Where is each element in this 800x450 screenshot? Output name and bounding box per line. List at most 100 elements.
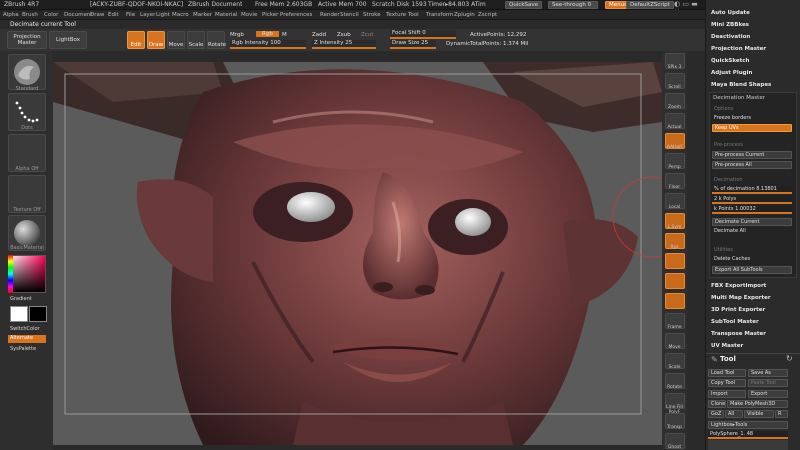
menu-layer[interactable]: Layer — [140, 12, 155, 18]
make-polymesh-button[interactable]: Make PolyMesh3D — [727, 400, 788, 408]
plugin-item-6[interactable]: Maya Blend Shapes — [711, 82, 771, 88]
projection-master-button[interactable]: Projection Master — [7, 31, 47, 49]
menu-light[interactable]: Light — [156, 12, 170, 18]
k-polys-slider[interactable]: 2 k Polys — [712, 196, 792, 204]
plugin-item-bottom-2[interactable]: 3D Print Exporter — [711, 307, 765, 313]
visible-button[interactable]: Visible — [744, 410, 774, 418]
rgb-intensity-slider[interactable]: Rgb Intensity 100 — [230, 40, 306, 49]
preprocess-all-button[interactable]: Pre-process All — [712, 161, 792, 169]
menu-transform[interactable]: Transform — [426, 12, 453, 18]
move-button[interactable]: Move — [167, 31, 185, 49]
freeze-borders-toggle[interactable]: Freeze borders — [712, 115, 792, 123]
decimate-current-button[interactable]: Decimate Current — [712, 218, 792, 226]
delete-caches-button[interactable]: Delete Caches — [712, 256, 792, 264]
focal-shift-slider[interactable]: Focal Shift 0 — [390, 30, 456, 39]
load-tool-button[interactable]: Load Tool — [708, 369, 746, 377]
secondary-color-swatch[interactable] — [29, 306, 47, 322]
menu-draw[interactable]: Draw — [90, 12, 104, 18]
brush-thumbnail[interactable] — [8, 54, 46, 90]
main-color-swatch[interactable] — [10, 306, 28, 322]
plugin-item-bottom-0[interactable]: FBX ExportImport — [711, 283, 766, 289]
decimation-master-title[interactable]: Decimation Master — [713, 95, 765, 101]
menu-macro[interactable]: Macro — [172, 12, 189, 18]
rgb-button[interactable]: Rgb — [256, 31, 279, 37]
default-zscript-button[interactable]: DefaultZScript — [626, 1, 674, 9]
menu-picker[interactable]: Picker — [262, 12, 278, 18]
preprocess-current-button[interactable]: Pre-process Current — [712, 151, 792, 159]
refresh-icon[interactable]: ↻ — [786, 354, 793, 363]
lightbox-tools-button[interactable]: Lightbox▸Tools — [708, 421, 788, 429]
plugin-item-4[interactable]: QuickSketch — [711, 58, 749, 64]
edit-button[interactable]: Edit — [127, 31, 145, 49]
plugin-item-3[interactable]: Projection Master — [711, 46, 766, 52]
menu-texture[interactable]: Texture — [386, 12, 406, 18]
window-controls[interactable]: ◐ ▭ ▬ ✕ — [674, 0, 704, 16]
zadd-button[interactable]: Zadd — [312, 32, 326, 38]
menu-document[interactable]: Document — [64, 12, 93, 18]
menu-render[interactable]: Render — [320, 12, 340, 18]
zcut-button[interactable]: Zcut — [361, 32, 373, 38]
tool-thumbnails[interactable] — [708, 440, 788, 450]
menu-marker[interactable]: Marker — [193, 12, 212, 18]
see-through-slider[interactable]: See-through 0 — [548, 1, 598, 9]
decimation-percent-slider[interactable]: % of decimation 8.13801 — [712, 186, 792, 194]
zsub-button[interactable]: Zsub — [337, 32, 351, 38]
syspalette-button[interactable]: SysPalette — [10, 346, 48, 352]
menu-zplugin[interactable]: Zplugin — [454, 12, 475, 18]
menu-stencil[interactable]: Stencil — [340, 12, 359, 18]
scale-button[interactable]: Scale — [187, 31, 205, 49]
menu-tool[interactable]: Tool — [408, 12, 419, 18]
shelf-button-11[interactable] — [665, 273, 685, 289]
shelf-button-10[interactable] — [665, 253, 685, 269]
document-canvas[interactable] — [53, 62, 662, 445]
m-button[interactable]: M — [282, 32, 287, 38]
menu-edit[interactable]: Edit — [108, 12, 119, 18]
hue-strip[interactable] — [8, 255, 13, 293]
menu-color[interactable]: Color — [44, 12, 58, 18]
menu-preferences[interactable]: Preferences — [280, 12, 312, 18]
menu-movie[interactable]: Movie — [241, 12, 257, 18]
shelf-button-12[interactable] — [665, 293, 685, 309]
plugin-item-bottom-5[interactable]: UV Master — [711, 343, 743, 349]
plugin-item-0[interactable]: Auto Update — [711, 10, 750, 16]
menu-material[interactable]: Material — [215, 12, 237, 18]
menu-file[interactable]: File — [126, 12, 135, 18]
r-button[interactable]: R — [775, 410, 788, 418]
keep-uvs-toggle[interactable]: Keep UVs — [712, 124, 792, 132]
paste-tool-button[interactable]: Paste Tool — [748, 379, 788, 387]
quicksave-button[interactable]: QuickSave — [505, 1, 543, 9]
plugin-item-1[interactable]: Mini ZBBkes — [711, 22, 749, 28]
tool-palette-header[interactable]: ✎ Tool ↻ — [706, 353, 800, 364]
draw-size-slider[interactable]: Draw Size 25 — [390, 40, 436, 49]
plugin-item-5[interactable]: Adjust Plugin — [711, 70, 752, 76]
save-as-button[interactable]: Save As — [748, 369, 788, 377]
plugin-item-bottom-3[interactable]: SubTool Master — [711, 319, 759, 325]
menu-stroke[interactable]: Stroke — [363, 12, 381, 18]
shelf-label-4: AAHalf — [666, 145, 683, 150]
clone-button[interactable]: Clone — [708, 400, 726, 408]
color-picker[interactable] — [8, 255, 46, 293]
k-points-slider[interactable]: k Points 1.00032 — [712, 206, 792, 214]
decimate-all-button[interactable]: Decimate All — [712, 228, 792, 236]
menu-alpha[interactable]: Alpha — [3, 12, 19, 18]
export-all-subtools-button[interactable]: Export All SubTools — [712, 266, 792, 274]
copy-tool-button[interactable]: Copy Tool — [708, 379, 746, 387]
plugin-item-bottom-1[interactable]: Multi Map Exporter — [711, 295, 771, 301]
export-button[interactable]: Export — [748, 390, 788, 398]
z-intensity-slider[interactable]: Z Intensity 25 — [312, 40, 376, 49]
dynamic-button[interactable]: Dynamic — [446, 41, 470, 47]
rotate-button[interactable]: Rotate — [207, 31, 226, 49]
current-tool-slider[interactable]: PolySphere_1. 48 — [708, 431, 788, 439]
menu-zscript[interactable]: Zscript — [478, 12, 497, 18]
switchcolor-button[interactable]: SwitchColor — [10, 326, 48, 332]
import-button[interactable]: Import — [708, 390, 746, 398]
lightbox-button[interactable]: LightBox — [49, 31, 87, 49]
alternate-button[interactable]: Alternate — [8, 335, 46, 343]
plugin-item-2[interactable]: Deactivation — [711, 34, 750, 40]
draw-button[interactable]: Draw — [147, 31, 165, 49]
goz-button[interactable]: GoZ — [708, 410, 724, 418]
mrgb-button[interactable]: Mrgb — [230, 32, 244, 38]
all-button[interactable]: All — [725, 410, 743, 418]
menu-brush[interactable]: Brush — [22, 12, 38, 18]
plugin-item-bottom-4[interactable]: Transpose Master — [711, 331, 766, 337]
